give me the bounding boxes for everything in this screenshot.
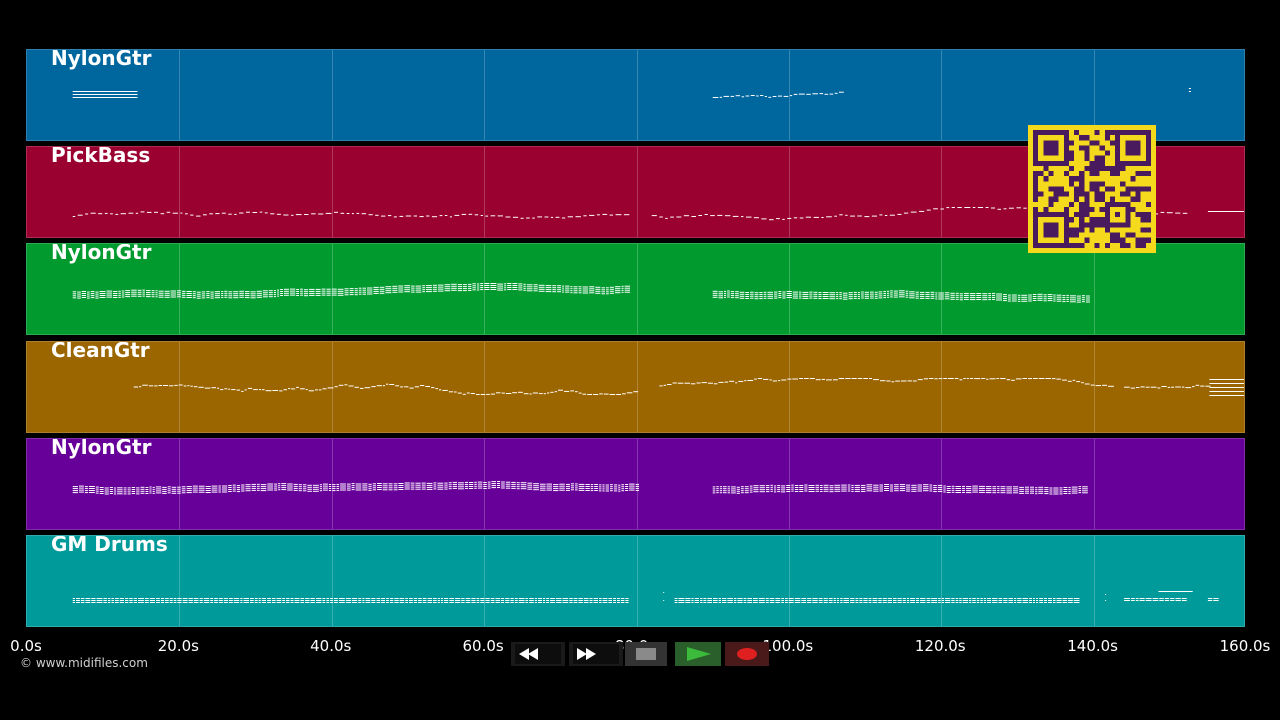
- stop-button[interactable]: [625, 642, 667, 666]
- fast-forward-icon: [573, 644, 619, 664]
- time-tick-label: 160.0s: [1219, 637, 1271, 655]
- stop-icon: [636, 648, 656, 660]
- track-row[interactable]: CleanGtr: [26, 341, 1245, 433]
- track-row[interactable]: NylonGtr: [26, 243, 1245, 335]
- time-tick-label: 100.0s: [762, 637, 814, 655]
- time-tick-label: 0.0s: [10, 637, 42, 655]
- note-roll: [72, 481, 1088, 495]
- play-icon: [687, 647, 711, 661]
- rewind-button[interactable]: [511, 642, 565, 666]
- track-name: NylonGtr: [51, 438, 152, 459]
- fast-forward-button[interactable]: [569, 642, 623, 666]
- track-name: CleanGtr: [51, 341, 150, 362]
- record-icon: [737, 648, 757, 660]
- track-row[interactable]: NylonGtr: [26, 438, 1245, 530]
- time-tick-label: 140.0s: [1067, 637, 1119, 655]
- track-name: PickBass: [51, 146, 151, 167]
- play-button[interactable]: [675, 642, 721, 666]
- time-tick-label: 40.0s: [310, 637, 352, 655]
- record-button[interactable]: [725, 642, 769, 666]
- copyright-text: © www.midifiles.com: [20, 656, 148, 670]
- rewind-icon: [515, 644, 561, 664]
- track-name: NylonGtr: [51, 49, 152, 70]
- track-row[interactable]: GM Drums: [26, 535, 1245, 627]
- time-tick-label: 120.0s: [914, 637, 966, 655]
- qr-code-icon: [1028, 125, 1156, 253]
- track-name: NylonGtr: [51, 243, 152, 264]
- note-roll: [133, 378, 1244, 396]
- note-roll: [72, 283, 1090, 303]
- note-roll: [72, 591, 1219, 603]
- time-tick-label: 20.0s: [157, 637, 199, 655]
- track-name: GM Drums: [51, 535, 168, 556]
- time-tick-label: 60.0s: [462, 637, 504, 655]
